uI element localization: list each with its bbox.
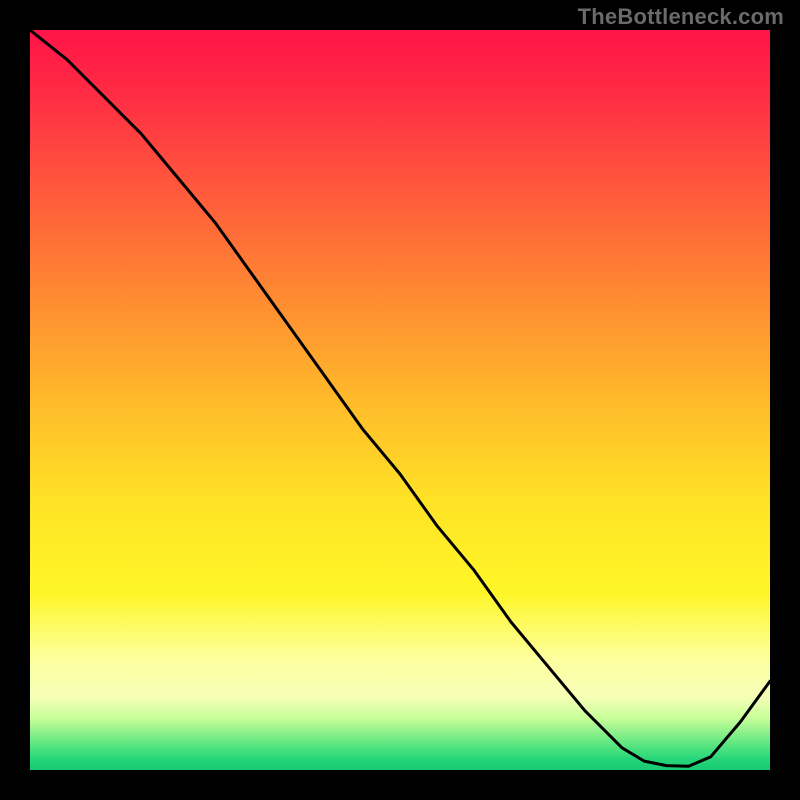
chart-frame: { "watermark": "TheBottleneck.com", "cha…	[0, 0, 800, 800]
watermark-text: TheBottleneck.com	[578, 4, 784, 30]
bottleneck-curve	[30, 30, 770, 770]
curve-polyline	[30, 30, 770, 766]
plot-area	[30, 30, 770, 770]
